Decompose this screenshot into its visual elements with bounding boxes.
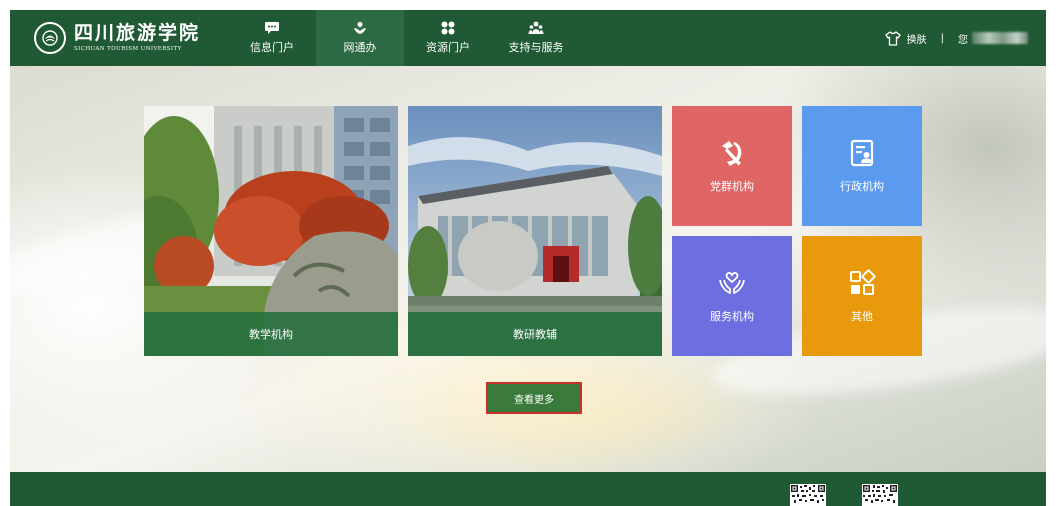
people-icon — [528, 21, 544, 35]
main-content: 教学机构 教研教辅 党群机构 行政机构 服务机构 其他 查看更多 — [10, 66, 1046, 472]
username-redacted[interactable] — [972, 32, 1028, 44]
nav-item-label: 支持与服务 — [508, 41, 564, 54]
nav-item-resource-portal[interactable]: 资源门户 — [404, 10, 492, 66]
university-logo[interactable]: 四川旅游学院 SICHUAN TOURISM UNIVERSITY — [10, 10, 228, 66]
qr-code-image — [790, 484, 826, 506]
main-nav: 信息门户 网通办 资源门户 支持与服务 — [228, 10, 580, 66]
tile-service-orgs[interactable]: 服务机构 — [672, 236, 792, 356]
divider: | — [940, 32, 944, 44]
nav-item-label: 网通办 — [343, 41, 377, 54]
grid-icon — [440, 21, 456, 35]
tile-label: 党群机构 — [710, 180, 754, 193]
tile-teaching-units[interactable]: 教学机构 — [144, 106, 398, 356]
user-area: 换肤 | 您 — [884, 10, 1046, 66]
hammer-sickle-icon — [717, 138, 747, 168]
logo-name-cn: 四川旅游学院 — [74, 21, 201, 44]
top-navbar: 四川旅游学院 SICHUAN TOURISM UNIVERSITY 信息门户 网… — [10, 10, 1046, 66]
logo-name-en: SICHUAN TOURISM UNIVERSITY — [74, 45, 182, 52]
skin-toggle-link[interactable]: 换肤 — [907, 31, 927, 46]
tile-label: 行政机构 — [840, 180, 884, 193]
qr-code-image — [862, 484, 898, 506]
tile-party-mass-orgs[interactable]: 党群机构 — [672, 106, 792, 226]
nav-item-info-portal[interactable]: 信息门户 — [228, 10, 316, 66]
nav-item-support-service[interactable]: 支持与服务 — [492, 10, 580, 66]
tile-research-support[interactable]: 教研教辅 — [408, 106, 662, 356]
tile-administrative-orgs[interactable]: 行政机构 — [802, 106, 922, 226]
footer — [10, 472, 1046, 506]
tile-caption: 教研教辅 — [408, 312, 662, 356]
tile-label: 其他 — [851, 310, 873, 323]
blocks-icon — [847, 268, 877, 298]
tile-caption: 教学机构 — [144, 312, 398, 356]
emblem-icon — [34, 22, 66, 54]
chat-icon — [264, 21, 280, 35]
hands-heart-icon — [717, 268, 747, 298]
nav-item-online-service[interactable]: 网通办 — [316, 10, 404, 66]
document-person-icon — [847, 138, 877, 168]
nav-item-label: 信息门户 — [250, 41, 294, 54]
tile-other[interactable]: 其他 — [802, 236, 922, 356]
tile-label: 服务机构 — [710, 310, 754, 323]
flower-hand-icon — [352, 21, 368, 35]
shirt-icon[interactable] — [884, 30, 901, 46]
view-more-button[interactable]: 查看更多 — [486, 382, 582, 414]
nav-item-label: 资源门户 — [426, 41, 470, 54]
greeting-text: 您 — [958, 34, 968, 46]
